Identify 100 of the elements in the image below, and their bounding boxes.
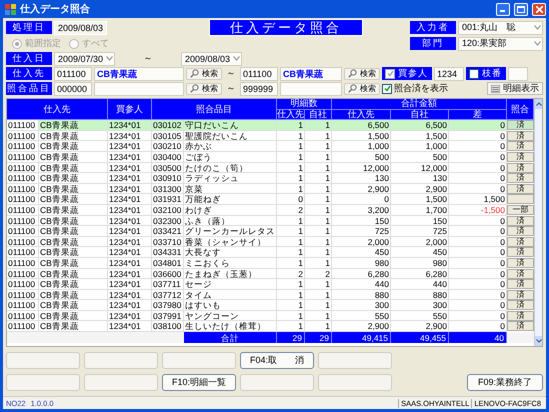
search-button[interactable]: 検索 [186, 82, 222, 94]
detail-button[interactable]: 明細表示 [487, 82, 543, 95]
match-button[interactable]: 済 [507, 258, 534, 268]
match-button[interactable]: 済 [507, 152, 534, 162]
match-button[interactable]: 済 [507, 300, 534, 310]
buyer-field[interactable]: 1234 [434, 66, 464, 80]
table-cell: 2 [305, 268, 332, 280]
scroll-down-button[interactable] [535, 336, 542, 346]
match-button[interactable]: 済 [507, 290, 534, 300]
table-cell: たまねぎ（玉葱） [184, 268, 277, 280]
table-cell: 033421 [152, 226, 184, 237]
radio-button[interactable] [69, 38, 79, 48]
blank-function-key[interactable] [240, 374, 314, 391]
match-button[interactable]: 済 [507, 321, 534, 332]
table-cell: 550 [332, 310, 391, 322]
total-cell: 49,455 [391, 332, 449, 343]
window-title: 仕入データ照合 [20, 2, 90, 16]
match-button[interactable]: 済 [507, 247, 534, 258]
table-cell: 011100 [7, 310, 39, 322]
blank-function-key[interactable] [162, 352, 236, 369]
match-button[interactable]: 済 [507, 162, 534, 173]
match-button[interactable]: 済 [507, 226, 534, 236]
table-cell: 1 [305, 152, 332, 163]
dropdown-caret-icon [106, 56, 113, 61]
search-button[interactable]: 検索 [344, 68, 380, 80]
table-cell: 大長なす [184, 247, 277, 258]
table-cell: 1 [305, 141, 332, 152]
table-cell: 300 [391, 300, 449, 311]
match-button[interactable]: 済 [507, 236, 534, 247]
match-button[interactable] [507, 194, 534, 204]
table-cell: 011100 [7, 290, 39, 300]
maximize-button[interactable] [514, 2, 528, 16]
table-cell: 1234*01 [108, 184, 152, 194]
radio-button[interactable] [12, 38, 22, 48]
blank-function-key[interactable] [84, 352, 158, 369]
match-button[interactable]: 済 [507, 173, 534, 184]
date-to-dropdown[interactable]: 2009/08/03 [181, 52, 242, 66]
table-cell: 011100 [7, 162, 39, 174]
table-cell: 赤かぶ [184, 141, 277, 152]
blank-function-key[interactable] [6, 374, 80, 391]
match-button[interactable]: 済 [507, 120, 534, 130]
item-to-code-field[interactable]: 999999 [240, 82, 278, 96]
table-cell: 1234*01 [108, 152, 152, 163]
supplier-from-code-field[interactable]: 011100 [54, 66, 92, 80]
table-cell: 1234*01 [108, 204, 152, 216]
blank-function-key[interactable] [318, 374, 392, 391]
search-icon [348, 84, 357, 93]
checkbox[interactable] [385, 68, 395, 78]
date-from-dropdown[interactable]: 2009/07/30 [54, 52, 115, 66]
match-button[interactable]: 済 [507, 130, 534, 141]
table-cell: 011100 [7, 130, 39, 142]
blank-function-key[interactable] [6, 352, 80, 369]
function-key-button[interactable]: F04:取 消 [240, 352, 314, 369]
checkbox[interactable] [469, 68, 479, 78]
supplier-to-code-field[interactable]: 011100 [240, 66, 278, 80]
table-cell: CB青果蔬 [39, 120, 108, 131]
item-from-code-field[interactable]: 000000 [54, 82, 92, 96]
search-button[interactable]: 検索 [186, 68, 222, 80]
match-button[interactable]: 一部 [507, 204, 534, 215]
exit-button[interactable]: F09:業務終了 [467, 374, 543, 391]
table-cell: 1 [305, 290, 332, 300]
table-cell: 011100 [7, 258, 39, 268]
table-cell: CB青果蔬 [39, 173, 108, 184]
table-cell: 011100 [7, 247, 39, 258]
user-dropdown[interactable]: 001:丸山 聡 [458, 20, 543, 34]
table-cell: 036600 [152, 268, 184, 280]
table-cell: 1 [305, 120, 332, 131]
minimize-button[interactable] [496, 2, 510, 16]
table-cell: 032100 [152, 204, 184, 216]
table-cell: 011100 [7, 141, 39, 152]
table-cell: 037711 [152, 279, 184, 290]
supplier-to-name-field: CB青果蔬 [280, 66, 342, 80]
blank-function-key[interactable] [318, 352, 392, 369]
search-button[interactable]: 検索 [344, 82, 380, 94]
blank-function-key[interactable] [84, 374, 158, 391]
match-button[interactable]: 済 [507, 310, 534, 321]
table-cell: 0 [332, 194, 391, 205]
table-cell: CB青果蔬 [39, 258, 108, 268]
range-separator: ～ [226, 82, 236, 95]
match-button[interactable]: 済 [507, 279, 534, 290]
match-button[interactable]: 済 [507, 216, 534, 226]
table-cell: 1234*01 [108, 300, 152, 311]
scroll-up-button[interactable] [535, 99, 542, 109]
table-cell: 1234*01 [108, 226, 152, 237]
close-button[interactable] [532, 2, 546, 16]
dept-dropdown[interactable]: 120:果実部 [458, 36, 543, 50]
table-cell: 150 [391, 216, 449, 226]
table-cell: 980 [332, 258, 391, 268]
table-cell: 033710 [152, 236, 184, 248]
match-button[interactable]: 済 [507, 184, 534, 194]
column-header: 照合 [507, 99, 534, 120]
match-button[interactable]: 済 [507, 268, 534, 278]
checkbox[interactable] [382, 84, 392, 94]
table-cell: 011100 [7, 268, 39, 280]
match-button[interactable]: 済 [507, 141, 534, 152]
branch-field[interactable] [508, 66, 528, 80]
function-key-button[interactable]: F10:明細一覧 [162, 374, 236, 391]
table-cell: 037991 [152, 310, 184, 322]
scrollbar[interactable] [534, 99, 542, 346]
table-cell: 011100 [7, 204, 39, 216]
